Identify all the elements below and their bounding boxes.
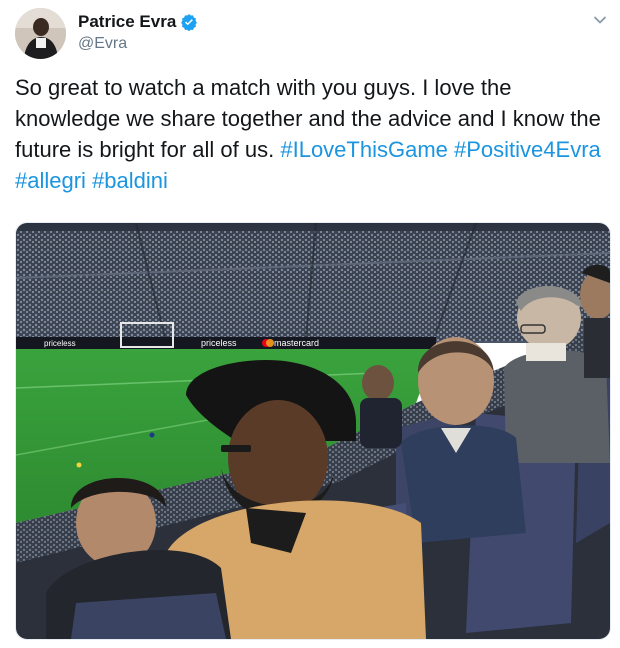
avatar[interactable] [15, 8, 66, 59]
tweet-photo[interactable]: priceless mastercard priceless [15, 222, 611, 640]
hashtag-link[interactable]: #allegri [15, 168, 86, 193]
tweet-text: So great to watch a match with you guys.… [15, 72, 610, 196]
tweet-card: Patrice Evra @Evra So great to watch a m… [0, 0, 620, 648]
chevron-down-icon[interactable] [592, 12, 608, 28]
author-row: Patrice Evra [78, 12, 198, 32]
spectator-far-right [580, 264, 610, 378]
advertising-boards: priceless mastercard priceless [16, 337, 436, 349]
hashtag-link[interactable]: #baldini [92, 168, 168, 193]
board-text: mastercard [274, 338, 319, 348]
avatar-photo [15, 8, 66, 59]
board-text: priceless [44, 339, 76, 348]
board-text: priceless [201, 338, 237, 348]
hashtag-link[interactable]: #ILoveThisGame [280, 137, 448, 162]
verified-badge-icon [181, 14, 198, 31]
hashtag-link[interactable]: #Positive4Evra [454, 137, 601, 162]
stadium-photo: priceless mastercard priceless [16, 223, 610, 639]
display-name[interactable]: Patrice Evra [78, 12, 176, 32]
username-handle[interactable]: @Evra [78, 35, 127, 53]
